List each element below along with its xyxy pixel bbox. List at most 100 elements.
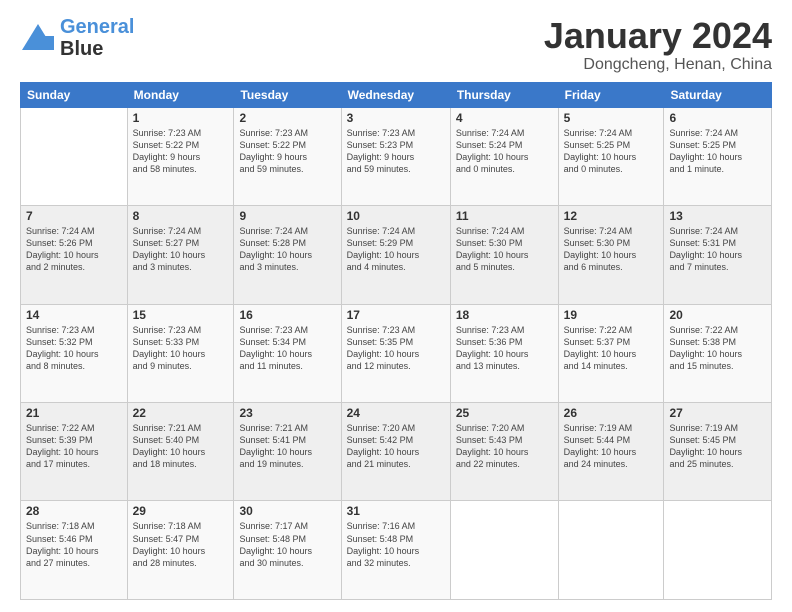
calendar-day-header: Thursday (450, 82, 558, 107)
calendar-cell: 16 Sunrise: 7:23 AM Sunset: 5:34 PM Dayli… (234, 304, 341, 402)
cell-content: Sunrise: 7:23 AM Sunset: 5:32 PM Dayligh… (26, 324, 122, 373)
cell-content: Sunrise: 7:18 AM Sunset: 5:46 PM Dayligh… (26, 520, 122, 569)
cell-content: Sunrise: 7:23 AM Sunset: 5:22 PM Dayligh… (133, 127, 229, 176)
day-number: 21 (26, 406, 122, 420)
day-number: 28 (26, 504, 122, 518)
calendar-cell: 13 Sunrise: 7:24 AM Sunset: 5:31 PM Dayli… (664, 206, 772, 304)
calendar-cell: 1Sunrise: 7:23 AM Sunset: 5:22 PM Daylig… (127, 107, 234, 205)
calendar-cell: 14 Sunrise: 7:23 AM Sunset: 5:32 PM Dayli… (21, 304, 128, 402)
day-number: 13 (669, 209, 766, 223)
calendar-cell: 17 Sunrise: 7:23 AM Sunset: 5:35 PM Dayli… (341, 304, 450, 402)
calendar-cell: 22 Sunrise: 7:21 AM Sunset: 5:40 PM Dayli… (127, 403, 234, 501)
cell-content: Sunrise: 7:17 AM Sunset: 5:48 PM Dayligh… (239, 520, 335, 569)
title-block: January 2024 Dongcheng, Henan, China (544, 16, 772, 74)
cell-content: Sunrise: 7:23 AM Sunset: 5:33 PM Dayligh… (133, 324, 229, 373)
calendar-day-header: Tuesday (234, 82, 341, 107)
calendar-cell: 4 Sunrise: 7:24 AM Sunset: 5:24 PM Daylig… (450, 107, 558, 205)
cell-content: Sunrise: 7:24 AM Sunset: 5:28 PM Dayligh… (239, 225, 335, 274)
calendar-cell: 7Sunrise: 7:24 AM Sunset: 5:26 PM Daylig… (21, 206, 128, 304)
cell-content: Sunrise: 7:18 AM Sunset: 5:47 PM Dayligh… (133, 520, 229, 569)
day-number: 25 (456, 406, 553, 420)
calendar-cell (558, 501, 664, 600)
calendar-day-header: Friday (558, 82, 664, 107)
day-number: 19 (564, 308, 659, 322)
calendar-title: January 2024 (544, 16, 772, 56)
day-number: 20 (669, 308, 766, 322)
day-number: 18 (456, 308, 553, 322)
day-number: 14 (26, 308, 122, 322)
day-number: 29 (133, 504, 229, 518)
day-number: 27 (669, 406, 766, 420)
cell-content: Sunrise: 7:20 AM Sunset: 5:43 PM Dayligh… (456, 422, 553, 471)
calendar-cell: 28 Sunrise: 7:18 AM Sunset: 5:46 PM Dayli… (21, 501, 128, 600)
calendar-cell: 29 Sunrise: 7:18 AM Sunset: 5:47 PM Dayli… (127, 501, 234, 600)
calendar-week-row: 1Sunrise: 7:23 AM Sunset: 5:22 PM Daylig… (21, 107, 772, 205)
day-number: 31 (347, 504, 445, 518)
calendar-cell: 27 Sunrise: 7:19 AM Sunset: 5:45 PM Dayli… (664, 403, 772, 501)
cell-content: Sunrise: 7:19 AM Sunset: 5:44 PM Dayligh… (564, 422, 659, 471)
calendar-cell: 30Sunrise: 7:17 AM Sunset: 5:48 PM Dayli… (234, 501, 341, 600)
calendar-cell: 21 Sunrise: 7:22 AM Sunset: 5:39 PM Dayli… (21, 403, 128, 501)
cell-content: Sunrise: 7:24 AM Sunset: 5:24 PM Dayligh… (456, 127, 553, 176)
day-number: 10 (347, 209, 445, 223)
day-number: 5 (564, 111, 659, 125)
calendar-cell: 10 Sunrise: 7:24 AM Sunset: 5:29 PM Dayli… (341, 206, 450, 304)
day-number: 7 (26, 209, 122, 223)
cell-content: Sunrise: 7:24 AM Sunset: 5:25 PM Dayligh… (669, 127, 766, 176)
day-number: 4 (456, 111, 553, 125)
calendar-cell: 24 Sunrise: 7:20 AM Sunset: 5:42 PM Dayli… (341, 403, 450, 501)
day-number: 2 (239, 111, 335, 125)
day-number: 8 (133, 209, 229, 223)
cell-content: Sunrise: 7:24 AM Sunset: 5:31 PM Dayligh… (669, 225, 766, 274)
logo-icon (20, 20, 56, 56)
day-number: 24 (347, 406, 445, 420)
calendar-cell: 31 Sunrise: 7:16 AM Sunset: 5:48 PM Dayli… (341, 501, 450, 600)
cell-content: Sunrise: 7:24 AM Sunset: 5:27 PM Dayligh… (133, 225, 229, 274)
cell-content: Sunrise: 7:23 AM Sunset: 5:23 PM Dayligh… (347, 127, 445, 176)
cell-content: Sunrise: 7:16 AM Sunset: 5:48 PM Dayligh… (347, 520, 445, 569)
calendar-cell: 15 Sunrise: 7:23 AM Sunset: 5:33 PM Dayli… (127, 304, 234, 402)
cell-content: Sunrise: 7:21 AM Sunset: 5:40 PM Dayligh… (133, 422, 229, 471)
cell-content: Sunrise: 7:24 AM Sunset: 5:30 PM Dayligh… (564, 225, 659, 274)
calendar-cell: 19Sunrise: 7:22 AM Sunset: 5:37 PM Dayli… (558, 304, 664, 402)
cell-content: Sunrise: 7:21 AM Sunset: 5:41 PM Dayligh… (239, 422, 335, 471)
calendar-cell: 2Sunrise: 7:23 AM Sunset: 5:22 PM Daylig… (234, 107, 341, 205)
calendar-week-row: 28 Sunrise: 7:18 AM Sunset: 5:46 PM Dayli… (21, 501, 772, 600)
calendar-week-row: 14 Sunrise: 7:23 AM Sunset: 5:32 PM Dayli… (21, 304, 772, 402)
cell-content: Sunrise: 7:22 AM Sunset: 5:39 PM Dayligh… (26, 422, 122, 471)
calendar-cell (450, 501, 558, 600)
day-number: 12 (564, 209, 659, 223)
day-number: 11 (456, 209, 553, 223)
cell-content: Sunrise: 7:24 AM Sunset: 5:29 PM Dayligh… (347, 225, 445, 274)
day-number: 17 (347, 308, 445, 322)
cell-content: Sunrise: 7:19 AM Sunset: 5:45 PM Dayligh… (669, 422, 766, 471)
calendar-week-row: 21 Sunrise: 7:22 AM Sunset: 5:39 PM Dayli… (21, 403, 772, 501)
calendar-table: SundayMondayTuesdayWednesdayThursdayFrid… (20, 82, 772, 600)
calendar-cell: 11 Sunrise: 7:24 AM Sunset: 5:30 PM Dayli… (450, 206, 558, 304)
cell-content: Sunrise: 7:24 AM Sunset: 5:25 PM Dayligh… (564, 127, 659, 176)
calendar-cell: 8 Sunrise: 7:24 AM Sunset: 5:27 PM Daylig… (127, 206, 234, 304)
calendar-cell: 5 Sunrise: 7:24 AM Sunset: 5:25 PM Daylig… (558, 107, 664, 205)
day-number: 23 (239, 406, 335, 420)
logo: General Blue (20, 16, 134, 60)
day-number: 22 (133, 406, 229, 420)
calendar-cell: 23 Sunrise: 7:21 AM Sunset: 5:41 PM Dayli… (234, 403, 341, 501)
cell-content: Sunrise: 7:23 AM Sunset: 5:35 PM Dayligh… (347, 324, 445, 373)
header: General Blue January 2024 Dongcheng, Hen… (20, 16, 772, 74)
calendar-body: 1Sunrise: 7:23 AM Sunset: 5:22 PM Daylig… (21, 107, 772, 599)
cell-content: Sunrise: 7:22 AM Sunset: 5:38 PM Dayligh… (669, 324, 766, 373)
calendar-cell (21, 107, 128, 205)
cell-content: Sunrise: 7:23 AM Sunset: 5:34 PM Dayligh… (239, 324, 335, 373)
cell-content: Sunrise: 7:20 AM Sunset: 5:42 PM Dayligh… (347, 422, 445, 471)
day-number: 16 (239, 308, 335, 322)
calendar-cell: 3Sunrise: 7:23 AM Sunset: 5:23 PM Daylig… (341, 107, 450, 205)
calendar-cell: 20 Sunrise: 7:22 AM Sunset: 5:38 PM Dayli… (664, 304, 772, 402)
calendar-cell: 26 Sunrise: 7:19 AM Sunset: 5:44 PM Dayli… (558, 403, 664, 501)
calendar-day-header: Monday (127, 82, 234, 107)
cell-content: Sunrise: 7:24 AM Sunset: 5:30 PM Dayligh… (456, 225, 553, 274)
day-number: 15 (133, 308, 229, 322)
calendar-cell (664, 501, 772, 600)
calendar-day-header: Saturday (664, 82, 772, 107)
day-number: 26 (564, 406, 659, 420)
day-number: 9 (239, 209, 335, 223)
